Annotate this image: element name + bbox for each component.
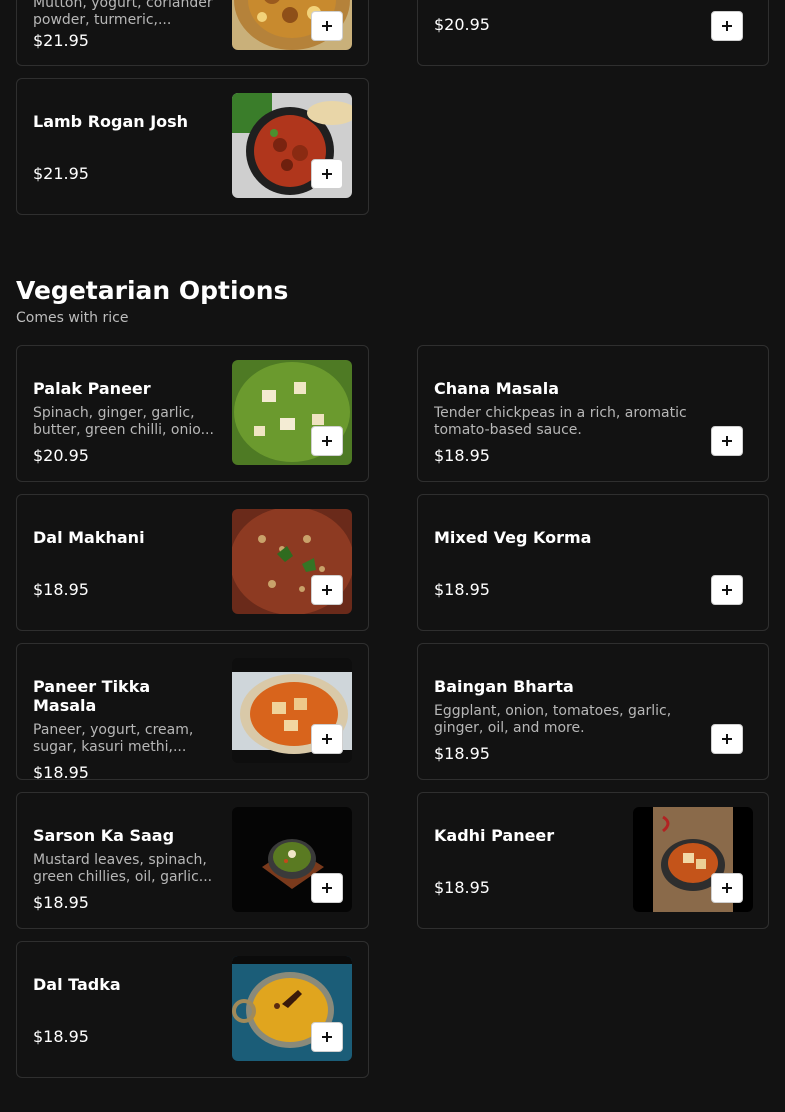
add-to-cart-button[interactable]: [311, 724, 343, 754]
add-to-cart-button[interactable]: [311, 159, 343, 189]
add-to-cart-button[interactable]: [711, 426, 743, 456]
plus-icon: [722, 21, 732, 31]
menu-item-price: $18.95: [33, 1027, 89, 1046]
menu-item-price: $20.95: [33, 446, 89, 465]
menu-item-name: Sarson Ka Saag: [33, 826, 175, 845]
menu-item-price: $18.95: [33, 763, 89, 780]
menu-item-card[interactable]: Mixed Veg Korma $18.95: [417, 494, 769, 631]
menu-item-description: Eggplant, onion, tomatoes, garlic, ginge…: [434, 703, 672, 736]
plus-icon: [322, 883, 332, 893]
menu-item-price: $18.95: [33, 893, 89, 912]
plus-icon: [722, 436, 732, 446]
menu-item-name: Paneer Tikka Masala: [33, 677, 151, 715]
menu-item-card[interactable]: Kadhi Paneer $18.95: [417, 792, 769, 929]
menu-item-card[interactable]: Paneer Tikka Masala Paneer, yogurt, crea…: [16, 643, 369, 780]
menu-item-price: $18.95: [434, 580, 490, 599]
menu-item-card[interactable]: Sarson Ka Saag Mustard leaves, spinach, …: [16, 792, 369, 929]
plus-icon: [722, 883, 732, 893]
menu-item-name: Lamb Rogan Josh: [33, 112, 189, 131]
menu-item-description: Tender chickpeas in a rich, aromatic tom…: [434, 405, 687, 438]
menu-item-name: Dal Makhani: [33, 528, 145, 547]
menu-item-price: $18.95: [434, 878, 490, 897]
menu-item-name: Palak Paneer: [33, 379, 151, 398]
section-title: Vegetarian Options: [16, 276, 289, 305]
plus-icon: [322, 169, 332, 179]
menu-item-card[interactable]: $20.95: [417, 0, 769, 66]
menu-item-card[interactable]: Baingan Bharta Eggplant, onion, tomatoes…: [417, 643, 769, 780]
menu-item-price: $18.95: [434, 446, 490, 465]
menu-item-description: Mutton, yogurt, coriander powder, turmer…: [33, 0, 213, 28]
menu-item-price: $18.95: [33, 580, 89, 599]
plus-icon: [322, 734, 332, 744]
menu-item-name: Chana Masala: [434, 379, 560, 398]
menu-item-name: Mixed Veg Korma: [434, 528, 592, 547]
plus-icon: [322, 1032, 332, 1042]
menu-item-name: Baingan Bharta: [434, 677, 574, 696]
menu-item-price: $21.95: [33, 164, 89, 183]
menu-item-card[interactable]: Chana Masala Tender chickpeas in a rich,…: [417, 345, 769, 482]
add-to-cart-button[interactable]: [311, 873, 343, 903]
add-to-cart-button[interactable]: [711, 575, 743, 605]
add-to-cart-button[interactable]: [311, 11, 343, 41]
add-to-cart-button[interactable]: [711, 11, 743, 41]
plus-icon: [322, 436, 332, 446]
plus-icon: [722, 585, 732, 595]
plus-icon: [322, 585, 332, 595]
menu-item-card[interactable]: Dal Tadka $18.95: [16, 941, 369, 1078]
menu-item-card[interactable]: Lamb Rogan Josh $21.95: [16, 78, 369, 215]
menu-item-price: $21.95: [33, 31, 89, 50]
menu-item-card[interactable]: Palak Paneer Spinach, ginger, garlic, bu…: [16, 345, 369, 482]
menu-item-description: Paneer, yogurt, cream, sugar, kasuri met…: [33, 722, 194, 755]
menu-item-card[interactable]: Dal Makhani $18.95: [16, 494, 369, 631]
menu-item-card[interactable]: Mutton, yogurt, coriander powder, turmer…: [16, 0, 369, 66]
add-to-cart-button[interactable]: [311, 426, 343, 456]
plus-icon: [322, 21, 332, 31]
menu-item-price: $18.95: [434, 744, 490, 763]
add-to-cart-button[interactable]: [711, 873, 743, 903]
add-to-cart-button[interactable]: [311, 1022, 343, 1052]
add-to-cart-button[interactable]: [311, 575, 343, 605]
menu-item-description: Spinach, ginger, garlic, butter, green c…: [33, 405, 214, 438]
menu-item-description: Mustard leaves, spinach, green chillies,…: [33, 852, 213, 885]
menu-item-name: Dal Tadka: [33, 975, 121, 994]
section-subtitle: Comes with rice: [16, 310, 129, 326]
menu-item-name: Kadhi Paneer: [434, 826, 555, 845]
plus-icon: [722, 734, 732, 744]
add-to-cart-button[interactable]: [711, 724, 743, 754]
menu-item-price: $20.95: [434, 15, 490, 34]
